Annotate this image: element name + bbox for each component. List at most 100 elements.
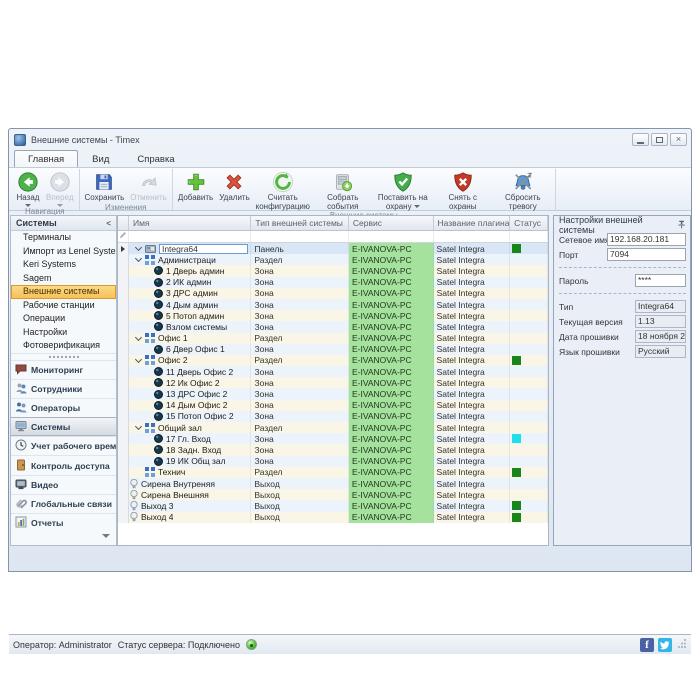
nav-button-Учет рабочего времени[interactable]: Учет рабочего времени — [11, 436, 116, 455]
sidebar-item-Импорт из Lenel Systems[interactable]: Импорт из Lenel Systems — [11, 245, 116, 259]
sidebar-item-Рабочие станции[interactable]: Рабочие станции — [11, 299, 116, 313]
maximize-icon[interactable] — [651, 133, 668, 146]
expander-icon[interactable] — [135, 255, 142, 262]
sidebar-item-Sagem[interactable]: Sagem — [11, 272, 116, 286]
nav-button-Глобальные связи[interactable]: Глобальные связи — [11, 494, 116, 513]
nav-button-Видео[interactable]: Видео — [11, 475, 116, 494]
filter-cell[interactable] — [129, 231, 251, 242]
nav-button-Операторы[interactable]: Операторы — [11, 398, 116, 417]
table-row[interactable]: Общий залРазделE-IVANOVA-PCSatel Integra — [118, 422, 548, 433]
plugin-cell: Satel Integra — [434, 366, 511, 377]
table-row[interactable]: 15 Потоп Офис 2ЗонаE-IVANOVA-PCSatel Int… — [118, 411, 548, 422]
sidebar-item-Фотоверификация[interactable]: Фотоверификация — [11, 339, 116, 353]
table-row[interactable]: 18 Задн. ВходЗонаE-IVANOVA-PCSatel Integ… — [118, 444, 548, 455]
nav-overflow-chevron-icon[interactable] — [102, 534, 110, 538]
table-row[interactable]: Офис 2РазделE-IVANOVA-PCSatel Integra — [118, 355, 548, 366]
table-row[interactable]: 12 Ик Офис 2ЗонаE-IVANOVA-PCSatel Integr… — [118, 377, 548, 388]
service-cell: E-IVANOVA-PC — [349, 321, 434, 332]
tab-Главная[interactable]: Главная — [14, 150, 78, 167]
field-input-Порт[interactable]: 7094 — [607, 248, 686, 261]
pin-icon[interactable] — [677, 220, 686, 231]
filter-cell[interactable] — [251, 231, 349, 242]
table-row[interactable]: Сирена ВнутреняяВыходE-IVANOVA-PCSatel I… — [118, 478, 548, 489]
table-row[interactable]: 19 ИК Общ залЗонаE-IVANOVA-PCSatel Integ… — [118, 456, 548, 467]
column-header-Сервис[interactable]: Сервис — [349, 216, 434, 230]
filter-cell[interactable] — [510, 231, 548, 242]
table-row[interactable]: 13 ДРС Офис 2ЗонаE-IVANOVA-PCSatel Integ… — [118, 388, 548, 399]
disarm-button[interactable]: Снять с охраны — [433, 169, 493, 211]
nav-button-Сотрудники[interactable]: Сотрудники — [11, 379, 116, 398]
filter-cell[interactable] — [349, 231, 434, 242]
column-header-Статус[interactable]: Статус — [510, 216, 548, 230]
facebook-icon[interactable]: f — [640, 638, 654, 652]
window-title: Внешние системы - Timex — [31, 135, 140, 145]
table-row[interactable]: Выход 3ВыходE-IVANOVA-PCSatel Integra — [118, 500, 548, 511]
table-row[interactable]: 2 ИК админЗонаE-IVANOVA-PCSatel Integra — [118, 277, 548, 288]
table-row[interactable]: 17 Гл. ВходЗонаE-IVANOVA-PCSatel Integra — [118, 433, 548, 444]
collect-events-button[interactable]: Собрать события — [313, 169, 373, 211]
sidebar-item-Операции[interactable]: Операции — [11, 312, 116, 326]
minimize-icon[interactable] — [632, 133, 649, 146]
table-row[interactable]: ТехничРазделE-IVANOVA-PCSatel Integra — [118, 467, 548, 478]
expander-icon[interactable] — [135, 244, 142, 251]
nav-button-Отчеты[interactable]: Отчеты — [11, 513, 116, 532]
sidebar-item-Терминалы[interactable]: Терминалы — [11, 231, 116, 245]
nav-button-label: Контроль доступа — [31, 461, 110, 471]
expander-icon[interactable] — [135, 356, 142, 363]
column-header-Название плагина[interactable]: Название плагина — [434, 216, 511, 230]
name-cell: 4 Дым админ — [129, 299, 252, 310]
sidebar-splitter[interactable] — [11, 353, 116, 360]
table-row[interactable]: 14 Дым Офис 2ЗонаE-IVANOVA-PCSatel Integ… — [118, 400, 548, 411]
tree-zone-icon — [154, 266, 163, 275]
twitter-icon[interactable] — [658, 638, 672, 652]
delete-button[interactable]: Удалить — [216, 169, 253, 203]
save-button[interactable]: Сохранить — [82, 169, 128, 203]
expander-icon[interactable] — [135, 334, 142, 341]
back-button[interactable]: Назад — [13, 169, 43, 207]
table-row[interactable]: 11 Дверь Офис 2ЗонаE-IVANOVA-PCSatel Int… — [118, 366, 548, 377]
filter-icon-cell[interactable] — [118, 231, 129, 242]
table-row[interactable]: 3 ДРС админЗонаE-IVANOVA-PCSatel Integra — [118, 288, 548, 299]
nav-button-label: Мониторинг — [31, 365, 83, 375]
table-row[interactable]: 1 Дверь админЗонаE-IVANOVA-PCSatel Integ… — [118, 265, 548, 276]
filter-row[interactable] — [118, 231, 548, 243]
table-row[interactable]: Сирена ВнешняяВыходE-IVANOVA-PCSatel Int… — [118, 489, 548, 500]
filter-cell[interactable] — [434, 231, 511, 242]
tab-Вид[interactable]: Вид — [78, 150, 123, 167]
read-config-button[interactable]: Считать конфигурацию — [253, 169, 313, 211]
row-name-label: Офис 1 — [158, 333, 188, 343]
toolbar-group-buttons: СохранитьОтменить — [82, 169, 170, 203]
name-edit-input[interactable]: Integra64 — [159, 244, 248, 254]
table-row[interactable]: Выход 4ВыходE-IVANOVA-PCSatel Integra — [118, 512, 548, 523]
close-icon[interactable]: × — [670, 133, 687, 146]
collapse-icon[interactable]: < — [106, 219, 111, 228]
table-row[interactable]: Взлом системыЗонаE-IVANOVA-PCSatel Integ… — [118, 321, 548, 332]
table-row[interactable]: 4 Дым админЗонаE-IVANOVA-PCSatel Integra — [118, 299, 548, 310]
nav-button-Мониторинг[interactable]: Мониторинг — [11, 360, 116, 379]
column-header-Тип внешней системы[interactable]: Тип внешней системы — [251, 216, 349, 230]
sidebar-item-Keri Systems[interactable]: Keri Systems — [11, 258, 116, 272]
nav-button-Контроль доступа[interactable]: Контроль доступа — [11, 455, 116, 474]
table-row[interactable]: Офис 1РазделE-IVANOVA-PCSatel Integra — [118, 333, 548, 344]
resize-grip[interactable] — [678, 639, 687, 650]
table-row[interactable]: Integra64ПанельE-IVANOVA-PCSatel Integra — [118, 243, 548, 254]
toolbar-button-label: Вперед — [46, 194, 74, 203]
sidebar-item-Внешние системы[interactable]: Внешние системы — [11, 285, 116, 299]
add-button[interactable]: Добавить — [175, 169, 216, 203]
expander-icon[interactable] — [135, 423, 142, 430]
table-row[interactable]: 5 Потоп админЗонаE-IVANOVA-PCSatel Integ… — [118, 310, 548, 321]
row-indicator-cell — [118, 500, 129, 511]
field-input-Пароль[interactable]: **** — [635, 274, 686, 287]
column-header-Имя[interactable]: Имя — [129, 216, 251, 230]
status-square — [512, 501, 521, 510]
arm-button[interactable]: Поставить на охрану — [373, 169, 433, 211]
table-row[interactable]: АдминистрациРазделE-IVANOVA-PCSatel Inte… — [118, 254, 548, 265]
disarm-icon — [452, 171, 474, 193]
sidebar-item-Настройки[interactable]: Настройки — [11, 326, 116, 340]
settings-panel-title: Настройки внешней системы — [559, 218, 688, 232]
nav-button-Системы[interactable]: Системы — [11, 417, 116, 436]
reset-alarm-button[interactable]: Сбросить тревогу — [493, 169, 553, 211]
table-row[interactable]: 6 Двер Офис 1ЗонаE-IVANOVA-PCSatel Integ… — [118, 344, 548, 355]
field-input-Сетевое имя[interactable]: 192.168.20.181 — [607, 233, 686, 246]
tab-Справка[interactable]: Справка — [123, 150, 188, 167]
